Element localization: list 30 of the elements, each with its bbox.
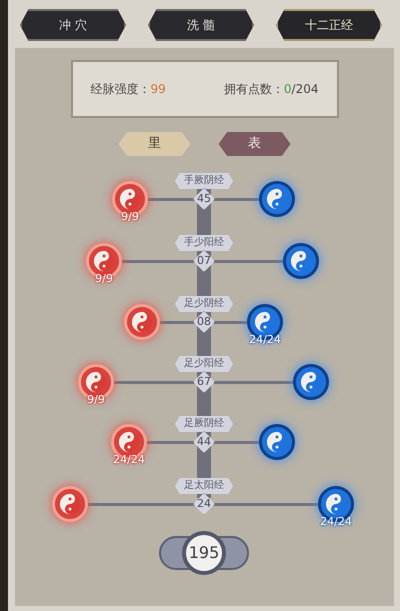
meridian-name: 手厥阴经 [175, 173, 233, 189]
yin-yang-node[interactable] [283, 243, 319, 279]
toggle-tab[interactable]: 表 [218, 132, 290, 156]
count-label: 9/9 [94, 271, 114, 287]
yin-yang-icon [93, 250, 115, 272]
meridian-name: 手少阳经 [175, 235, 233, 251]
tab[interactable]: 洗 髓 [148, 9, 254, 41]
yin-yang-node[interactable] [293, 364, 329, 400]
yin-yang-node[interactable] [124, 304, 160, 340]
yin-yang-node[interactable] [259, 181, 295, 217]
yin-yang-icon [85, 371, 107, 393]
count-label: 9/9 [86, 392, 106, 408]
meridian-name: 足太阳经 [175, 478, 233, 494]
meridian-name: 足少阴经 [175, 296, 233, 312]
count-label: 24/24 [112, 452, 146, 468]
toggle-tab[interactable]: 里 [118, 132, 190, 156]
meridian-name: 足少阳经 [175, 356, 233, 372]
yin-yang-icon [118, 431, 140, 453]
yin-yang-icon [119, 188, 141, 210]
yin-yang-icon [131, 311, 153, 333]
meridian-name: 足厥阴经 [175, 416, 233, 432]
total-value: 195 [182, 531, 226, 575]
count-label: 9/9 [120, 209, 140, 225]
yin-yang-node[interactable] [259, 424, 295, 460]
yin-yang-icon [59, 493, 81, 515]
yin-yang-node[interactable] [52, 486, 88, 522]
tab[interactable]: 十二正经 [276, 9, 382, 41]
strength-text: 经脉强度：99 [90, 81, 166, 98]
tab[interactable]: 冲 穴 [20, 9, 126, 41]
points-text: 拥有点数：0/204 [224, 81, 318, 98]
